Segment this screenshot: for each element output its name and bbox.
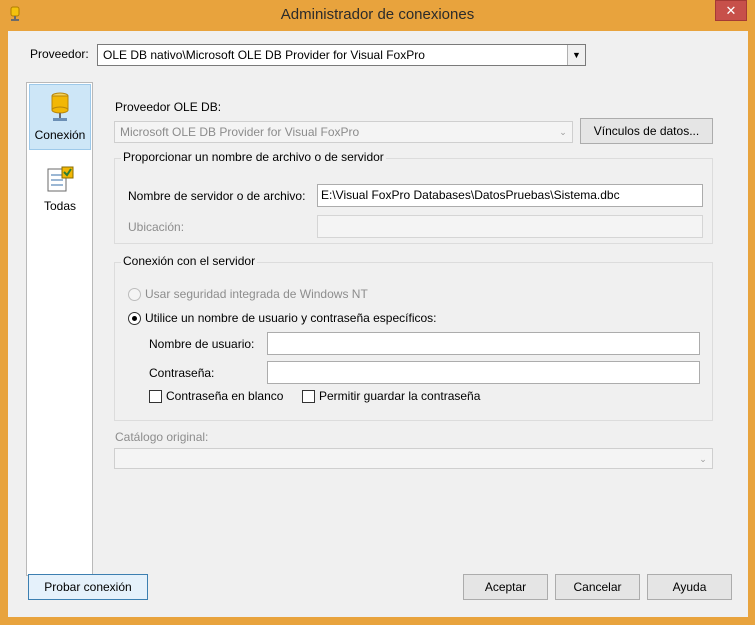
title-bar[interactable]: Administrador de conexiones ✕ — [0, 0, 755, 31]
provider-dropdown[interactable]: OLE DB nativo\Microsoft OLE DB Provider … — [97, 44, 586, 66]
help-button[interactable]: Ayuda — [647, 574, 732, 600]
close-button[interactable]: ✕ — [715, 0, 747, 21]
server-groupbox: Proporcionar un nombre de archivo o de s… — [114, 150, 713, 244]
window-title: Administrador de conexiones — [280, 6, 475, 23]
specific-credentials-radio[interactable] — [128, 312, 141, 325]
nav-item-label: Todas — [43, 199, 77, 213]
server-name-field[interactable]: E:\Visual FoxPro Databases\DatosPruebas\… — [317, 184, 703, 207]
server-group-title: Proporcionar un nombre de archivo o de s… — [121, 150, 386, 164]
password-label: Contraseña: — [149, 366, 215, 380]
data-links-button[interactable]: Vínculos de datos... — [580, 118, 713, 144]
connection-settings-panel: Proveedor OLE DB: Microsoft OLE DB Provi… — [93, 82, 733, 576]
test-connection-button[interactable]: Probar conexión — [28, 574, 148, 600]
ole-db-provider-value: Microsoft OLE DB Provider for Visual Fox… — [120, 125, 360, 139]
password-field[interactable] — [267, 361, 700, 384]
chevron-down-icon[interactable]: ⌄ — [694, 449, 712, 468]
server-connection-groupbox: Conexión con el servidor Usar seguridad … — [114, 254, 713, 421]
ok-button[interactable]: Aceptar — [463, 574, 548, 600]
ole-db-provider-dropdown[interactable]: Microsoft OLE DB Provider for Visual Fox… — [114, 121, 573, 143]
username-label: Nombre de usuario: — [149, 337, 255, 351]
username-field[interactable] — [267, 332, 700, 355]
specific-credentials-label: Utilice un nombre de usuario y contraseñ… — [145, 311, 437, 325]
chevron-down-icon[interactable]: ▼ — [567, 45, 585, 65]
location-field[interactable] — [317, 215, 703, 238]
blank-password-checkbox[interactable] — [149, 390, 162, 403]
initial-catalog-label: Catálogo original: — [115, 430, 209, 444]
page-navigation-panel: Conexión Todas — [26, 82, 93, 576]
auth-group-title: Conexión con el servidor — [121, 254, 258, 268]
dialog-client-area: Proveedor: OLE DB nativo\Microsoft OLE D… — [8, 31, 748, 617]
windows-auth-label: Usar seguridad integrada de Windows NT — [145, 287, 368, 301]
cancel-button[interactable]: Cancelar — [555, 574, 640, 600]
windows-auth-radio[interactable] — [128, 288, 141, 301]
initial-catalog-dropdown[interactable]: ⌄ — [114, 448, 713, 469]
location-label: Ubicación: — [128, 220, 185, 234]
provider-label: Proveedor: — [30, 47, 89, 61]
blank-password-label: Contraseña en blanco — [166, 389, 284, 403]
nav-item-todas[interactable]: Todas — [29, 164, 91, 222]
chevron-down-icon[interactable]: ⌄ — [554, 122, 572, 142]
connection-manager-window: Administrador de conexiones ✕ Proveedor:… — [0, 0, 755, 625]
ole-db-provider-label: Proveedor OLE DB: — [115, 100, 222, 114]
save-password-label: Permitir guardar la contraseña — [319, 389, 481, 403]
database-icon — [51, 92, 69, 121]
server-name-label: Nombre de servidor o de archivo: — [128, 189, 306, 203]
properties-list-icon — [47, 166, 74, 192]
nav-item-conexion[interactable]: Conexión — [29, 84, 91, 150]
save-password-checkbox[interactable] — [302, 390, 315, 403]
provider-value: OLE DB nativo\Microsoft OLE DB Provider … — [103, 48, 425, 62]
nav-item-label: Conexión — [34, 128, 86, 142]
